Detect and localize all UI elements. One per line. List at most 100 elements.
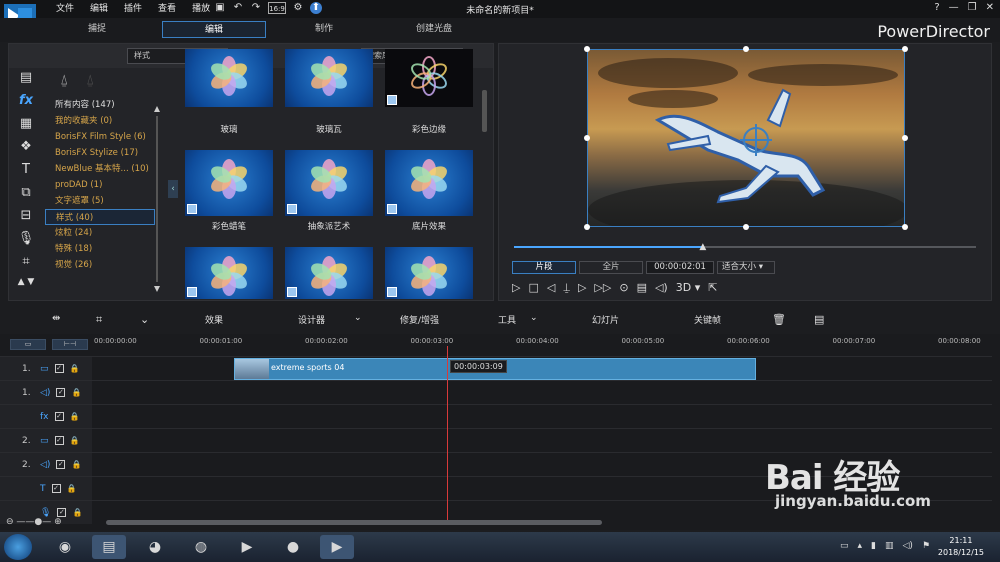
time-ruler[interactable]: 00:00:00:00 00:00:01:00 00:00:02:00 00:00:0…	[94, 337, 992, 351]
resize-handle[interactable]	[902, 224, 908, 230]
track-enable-checkbox[interactable]: ✓	[51, 484, 61, 493]
restore-icon[interactable]: ❐	[968, 2, 977, 13]
options-icon[interactable]: ⌄	[140, 313, 149, 326]
lock-icon[interactable]: 🔒	[71, 388, 81, 397]
stop-icon[interactable]: □	[528, 281, 538, 295]
timeline-scrollbar[interactable]	[106, 520, 602, 525]
track-enable-checkbox[interactable]: ✓	[54, 412, 64, 421]
track-enable-checkbox[interactable]: ✓	[57, 508, 67, 517]
storyboard-icon[interactable]: ⊢⊣	[52, 339, 88, 350]
split-icon[interactable]: ⍊	[563, 281, 570, 295]
volume-icon[interactable]: ◁)	[655, 281, 668, 295]
category-item[interactable]: 炫粒 (24)	[45, 225, 155, 241]
effect-thumbnail[interactable]	[385, 49, 473, 107]
effect-thumbnail[interactable]	[185, 247, 273, 299]
tools-button[interactable]: 工具	[498, 313, 516, 326]
playback-scrubber[interactable]	[514, 246, 976, 248]
track-enable-checkbox[interactable]: ✓	[56, 388, 66, 397]
fx-room-icon[interactable]: fx	[8, 93, 44, 116]
recorder-icon[interactable]: ●	[276, 535, 310, 559]
timeline-zoom-slider[interactable]: ⊖ ——●— ⊕	[6, 517, 62, 527]
play-icon[interactable]: ▷	[512, 281, 520, 295]
start-button-icon[interactable]	[4, 534, 32, 560]
resize-handle[interactable]	[743, 224, 749, 230]
tab-edit[interactable]: 编辑	[162, 21, 266, 38]
subtitle-icon[interactable]: ▤	[637, 281, 647, 295]
minimize-icon[interactable]: —	[949, 2, 959, 13]
track-manager-icon[interactable]: ▭	[10, 339, 46, 350]
chapter-room-icon[interactable]: ⌗	[8, 254, 44, 277]
category-item[interactable]: NewBlue 基本特... (10)	[45, 161, 155, 177]
lock-icon[interactable]: 🔒	[72, 508, 82, 517]
qq-icon[interactable]: ◕	[138, 535, 172, 559]
pip-room-icon[interactable]: ▦	[8, 116, 44, 139]
library-scrollbar[interactable]	[482, 90, 487, 132]
tools-chevron-icon[interactable]: ⌄	[530, 313, 538, 323]
effect-thumbnail[interactable]	[185, 49, 273, 107]
resize-handle[interactable]	[584, 224, 590, 230]
category-item[interactable]: BorisFX Stylize (17)	[45, 145, 155, 161]
audio-mixing-room-icon[interactable]: ⊟	[8, 208, 44, 231]
playhead[interactable]	[447, 346, 448, 522]
effect-thumbnail[interactable]	[185, 150, 273, 216]
fix-enhance-button[interactable]: 修复/增强	[400, 313, 439, 326]
category-item[interactable]: proDAD (1)	[45, 177, 155, 193]
scrubber-knob-icon[interactable]: ▲	[699, 242, 706, 252]
network-icon[interactable]: ▥	[885, 541, 894, 551]
category-item[interactable]: BorisFX Film Style (6)	[45, 129, 155, 145]
timeline-track[interactable]: fx ✓ 🔒	[0, 404, 992, 428]
timecode-field[interactable]: 00:00:02:01	[646, 261, 714, 274]
next-frame-icon[interactable]: ▷	[578, 281, 586, 295]
help-icon[interactable]: ?	[934, 2, 939, 13]
effect-thumbnail[interactable]	[285, 49, 373, 107]
effect-thumbnail[interactable]	[285, 150, 373, 216]
resize-handle[interactable]	[902, 46, 908, 52]
powerdirector-taskbar-icon[interactable]: ▶	[320, 535, 354, 559]
zoom-fit-select[interactable]: 适合大小 ▾	[717, 261, 775, 274]
slideshow-button[interactable]: 幻灯片	[592, 313, 619, 326]
effects-button[interactable]: 效果	[205, 313, 223, 326]
track-enable-checkbox[interactable]: ✓	[56, 460, 66, 469]
designer-button[interactable]: 设计器	[298, 313, 325, 326]
media-app-icon[interactable]: ▶	[230, 535, 264, 559]
effect-thumbnail[interactable]	[385, 247, 473, 299]
category-item[interactable]: 视觉 (26)	[45, 257, 155, 273]
more-options-icon[interactable]: ▤	[814, 313, 824, 326]
transition-room-icon[interactable]: ⧉	[8, 185, 44, 208]
category-item[interactable]: 样式 (40)	[45, 209, 155, 225]
keyboard-icon[interactable]: ▭	[840, 541, 849, 551]
track-enable-checkbox[interactable]: ✓	[54, 364, 64, 373]
lock-icon[interactable]: 🔒	[67, 484, 77, 493]
keyframe-button[interactable]: 关键帧	[694, 313, 721, 326]
timeline-track[interactable]: 1. ◁) ✓ 🔒	[0, 380, 992, 404]
clip-mode-button[interactable]: 片段	[512, 261, 576, 274]
close-icon[interactable]: ✕	[986, 2, 994, 13]
collapse-panel-button[interactable]: ‹	[168, 180, 178, 198]
particle-room-icon[interactable]: ❖	[8, 139, 44, 162]
tab-capture[interactable]: 捕捉	[58, 21, 136, 38]
crop-icon[interactable]: ⌗	[96, 313, 102, 327]
previous-frame-icon[interactable]: ◁	[547, 281, 555, 295]
resize-handle[interactable]	[584, 135, 590, 141]
track-enable-checkbox[interactable]: ✓	[54, 436, 64, 445]
voice-over-room-icon[interactable]: 🎙	[8, 231, 44, 254]
category-item[interactable]: 我的收藏夹 (0)	[45, 113, 155, 129]
fast-forward-icon[interactable]: ▷▷	[594, 281, 611, 295]
power-icon[interactable]: ▮	[871, 541, 876, 551]
action-center-icon[interactable]: ⚑	[922, 541, 930, 551]
category-item[interactable]: 所有内容 (147)	[45, 97, 155, 113]
tab-create-disc[interactable]: 创建光盘	[394, 21, 474, 38]
category-item[interactable]: 文字遮罩 (5)	[45, 193, 155, 209]
fit-timeline-icon[interactable]: ⇹	[52, 313, 60, 324]
movie-mode-button[interactable]: 全片	[579, 261, 643, 274]
effect-thumbnail[interactable]	[385, 150, 473, 216]
category-item[interactable]: 特殊 (18)	[45, 241, 155, 257]
tab-produce[interactable]: 制作	[284, 21, 364, 38]
add-favorite-icon[interactable]: ⍙	[60, 72, 68, 88]
lock-icon[interactable]: 🔒	[70, 412, 80, 421]
lock-icon[interactable]: 🔒	[70, 436, 80, 445]
resize-handle[interactable]	[902, 135, 908, 141]
designer-chevron-icon[interactable]: ⌄	[354, 313, 362, 323]
category-scrollbar[interactable]	[154, 106, 160, 292]
effect-thumbnail[interactable]	[285, 247, 373, 299]
